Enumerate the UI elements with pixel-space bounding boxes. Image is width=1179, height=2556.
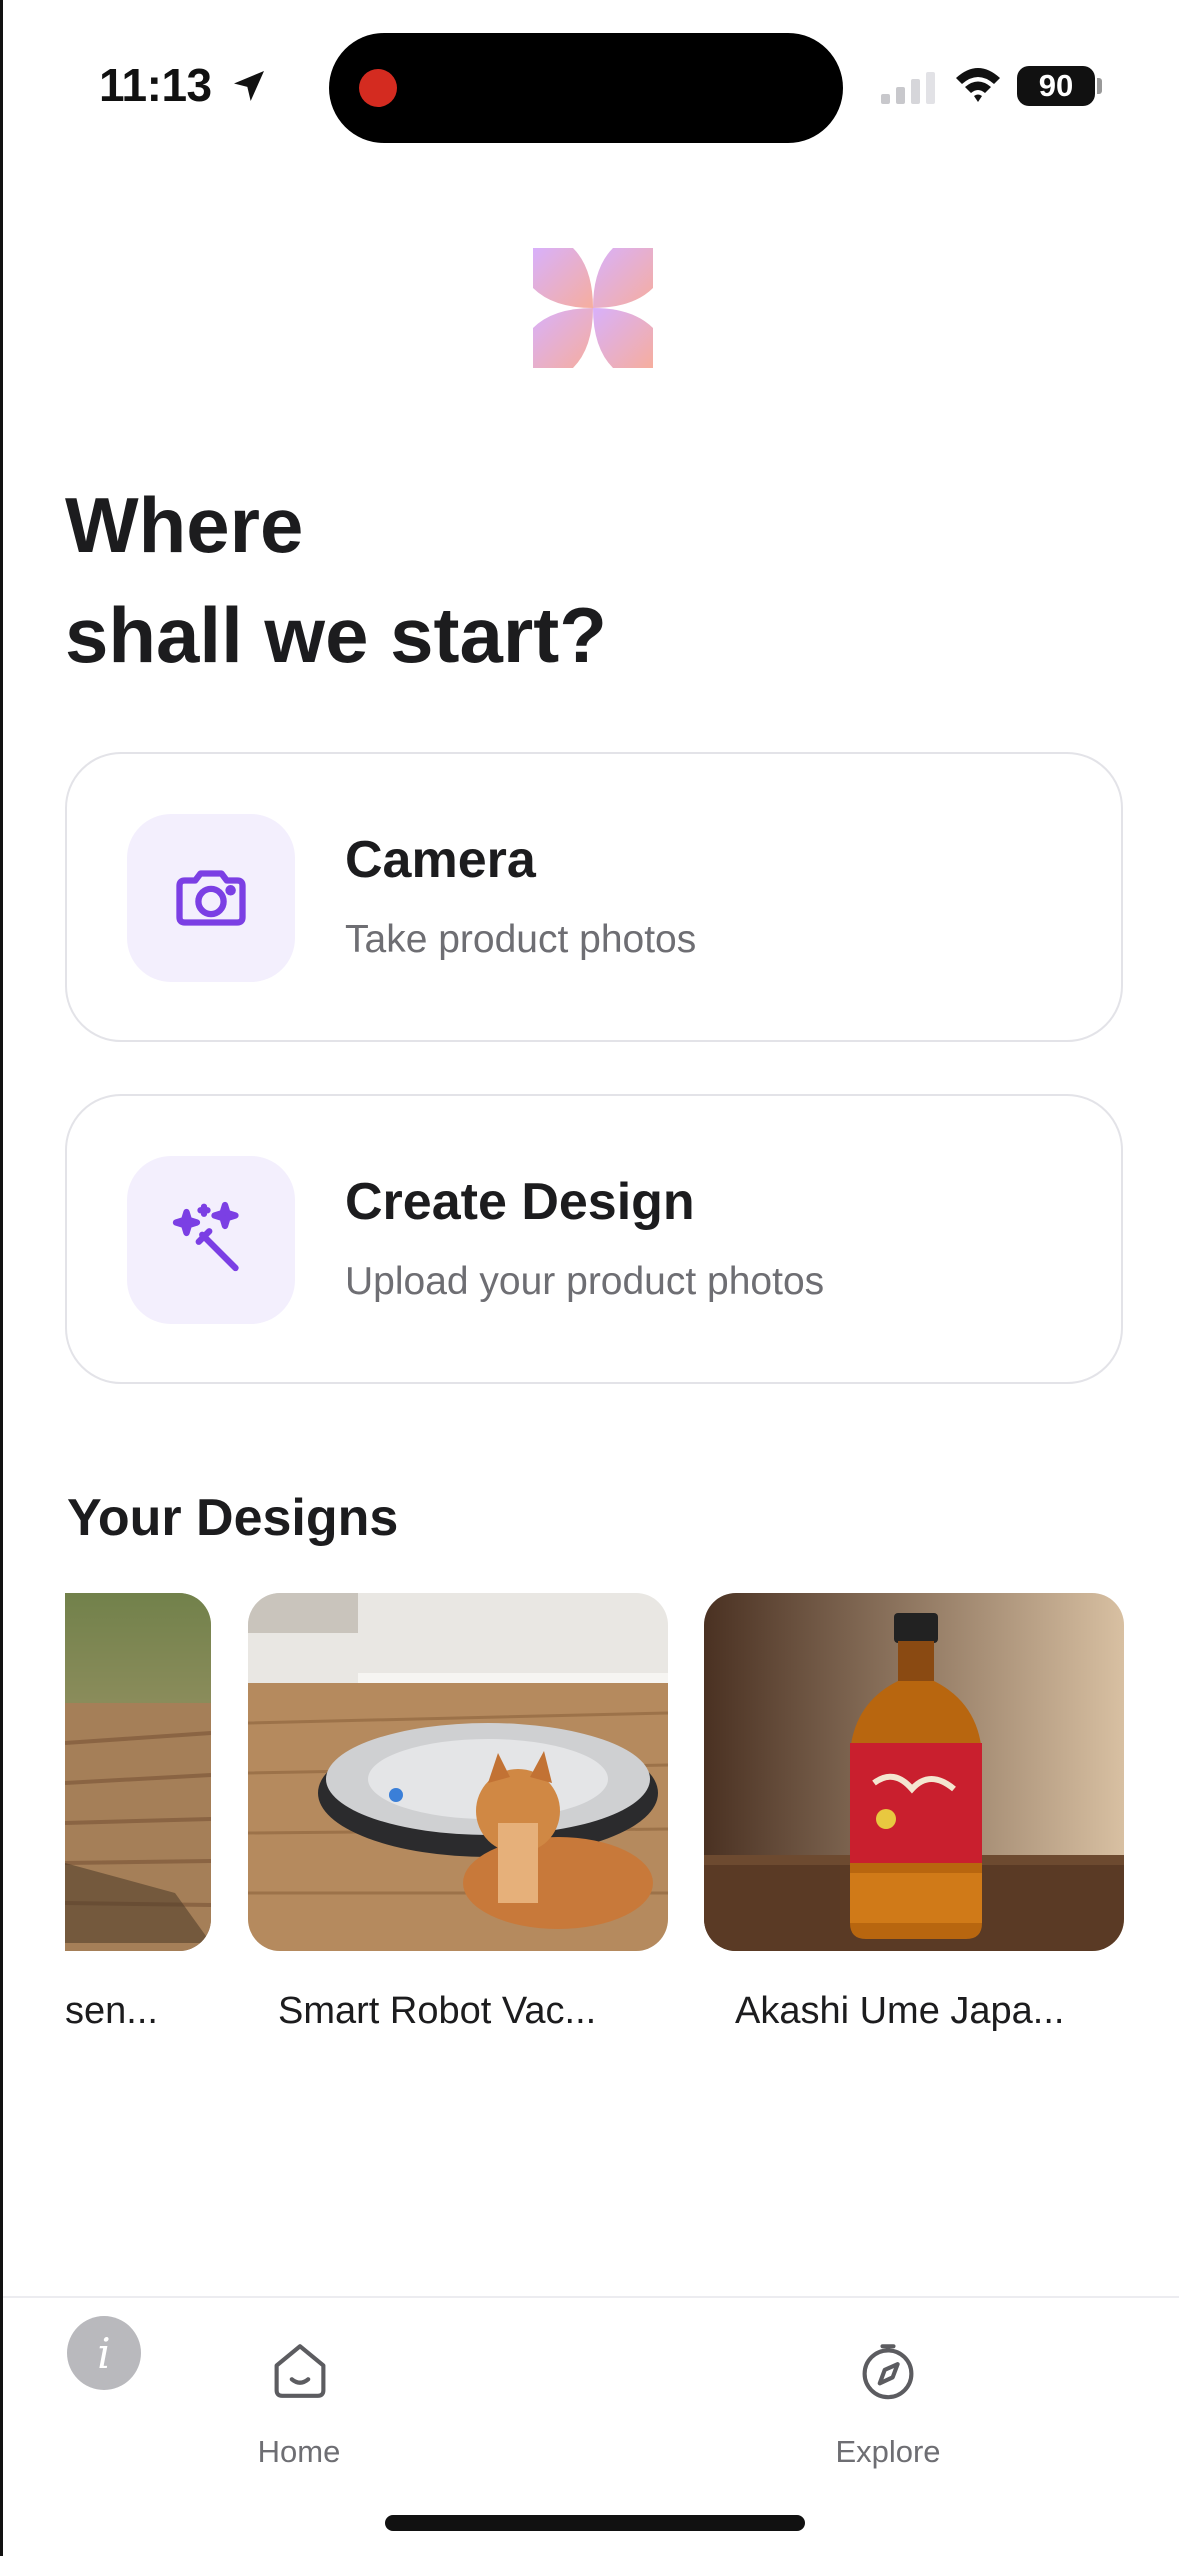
app-logo: [533, 248, 653, 368]
magic-wand-icon: [172, 1201, 239, 1272]
robot-vacuum-image: [248, 1593, 668, 1951]
page-title: Where shall we start?: [65, 470, 607, 690]
design-label-2: Smart Robot Vac...: [278, 1990, 597, 2032]
page-title-line-1: Where: [65, 481, 304, 569]
your-designs-heading: Your Designs: [67, 1489, 399, 1547]
wood-table-image: [65, 1593, 211, 1951]
tabbar-divider: [3, 2296, 1179, 2298]
camera-option-card[interactable]: Camera Take product photos: [65, 752, 1123, 1042]
home-screen: 11:13 90 Where shall we start? Camera Ta…: [0, 0, 1179, 2556]
whisky-bottle-image: [704, 1593, 1124, 1951]
camera-option-title: Camera: [345, 831, 536, 889]
home-icon[interactable]: [267, 2338, 333, 2404]
create-design-option-card[interactable]: Create Design Upload your product photos: [65, 1094, 1123, 1384]
cellular-signal-icon: [881, 72, 935, 104]
design-thumbnail-1[interactable]: [65, 1593, 211, 1951]
create-design-option-title: Create Design: [345, 1173, 695, 1231]
camera-icon-box: [127, 814, 295, 982]
status-time: 11:13: [99, 59, 212, 111]
battery-cap: [1097, 78, 1102, 94]
info-button[interactable]: i: [67, 2316, 141, 2390]
home-indicator: [385, 2515, 805, 2531]
magic-wand-icon-box: [127, 1156, 295, 1324]
battery-icon: 90: [1017, 66, 1095, 106]
design-label-1: sen...: [65, 1990, 158, 2032]
design-thumbnail-3[interactable]: [704, 1593, 1124, 1951]
page-title-line-2: shall we start?: [65, 591, 607, 679]
camera-icon: [176, 870, 246, 926]
design-label-3: Akashi Ume Japa...: [735, 1990, 1065, 2032]
create-design-option-subtitle: Upload your product photos: [345, 1260, 825, 1303]
location-arrow-icon: [234, 71, 264, 101]
compass-icon[interactable]: [855, 2338, 921, 2404]
tab-explore-label[interactable]: Explore: [788, 2434, 988, 2470]
tab-home-label[interactable]: Home: [199, 2434, 399, 2470]
recording-dot-icon: [359, 69, 397, 107]
design-thumbnail-2[interactable]: [248, 1593, 668, 1951]
camera-option-subtitle: Take product photos: [345, 918, 697, 961]
dynamic-island: [329, 33, 843, 143]
wifi-icon: [956, 68, 1000, 102]
